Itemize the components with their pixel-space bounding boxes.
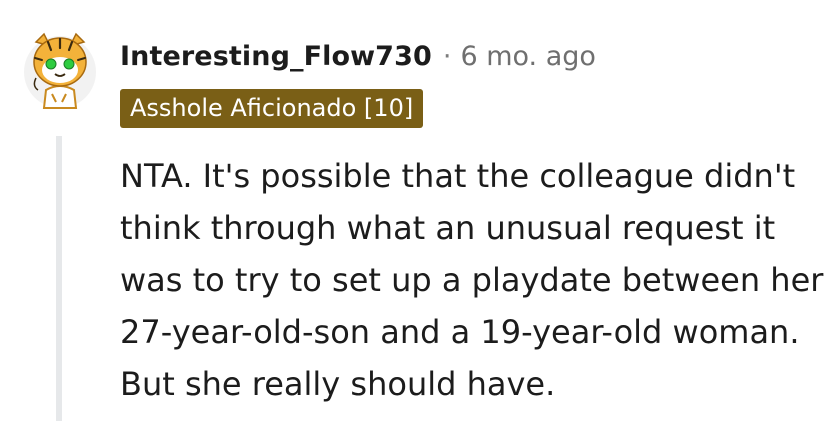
avatar[interactable] xyxy=(22,28,98,112)
meta-separator: · xyxy=(442,40,452,72)
comment-body: NTA. It's possible that the colleague di… xyxy=(120,150,830,410)
snoo-tiger-avatar-icon xyxy=(24,32,96,109)
author-username[interactable]: Interesting_Flow730 xyxy=(120,41,432,72)
comment-text: NTA. It's possible that the colleague di… xyxy=(120,157,824,403)
comment: Interesting_Flow730 · 6 mo. ago Asshole … xyxy=(0,0,840,421)
comment-meta: Interesting_Flow730 · 6 mo. ago xyxy=(120,38,596,74)
user-flair-badge: Asshole Aficionado [10] xyxy=(120,89,424,128)
thread-collapse-line[interactable] xyxy=(56,136,62,421)
comment-timestamp[interactable]: 6 mo. ago xyxy=(460,41,595,72)
